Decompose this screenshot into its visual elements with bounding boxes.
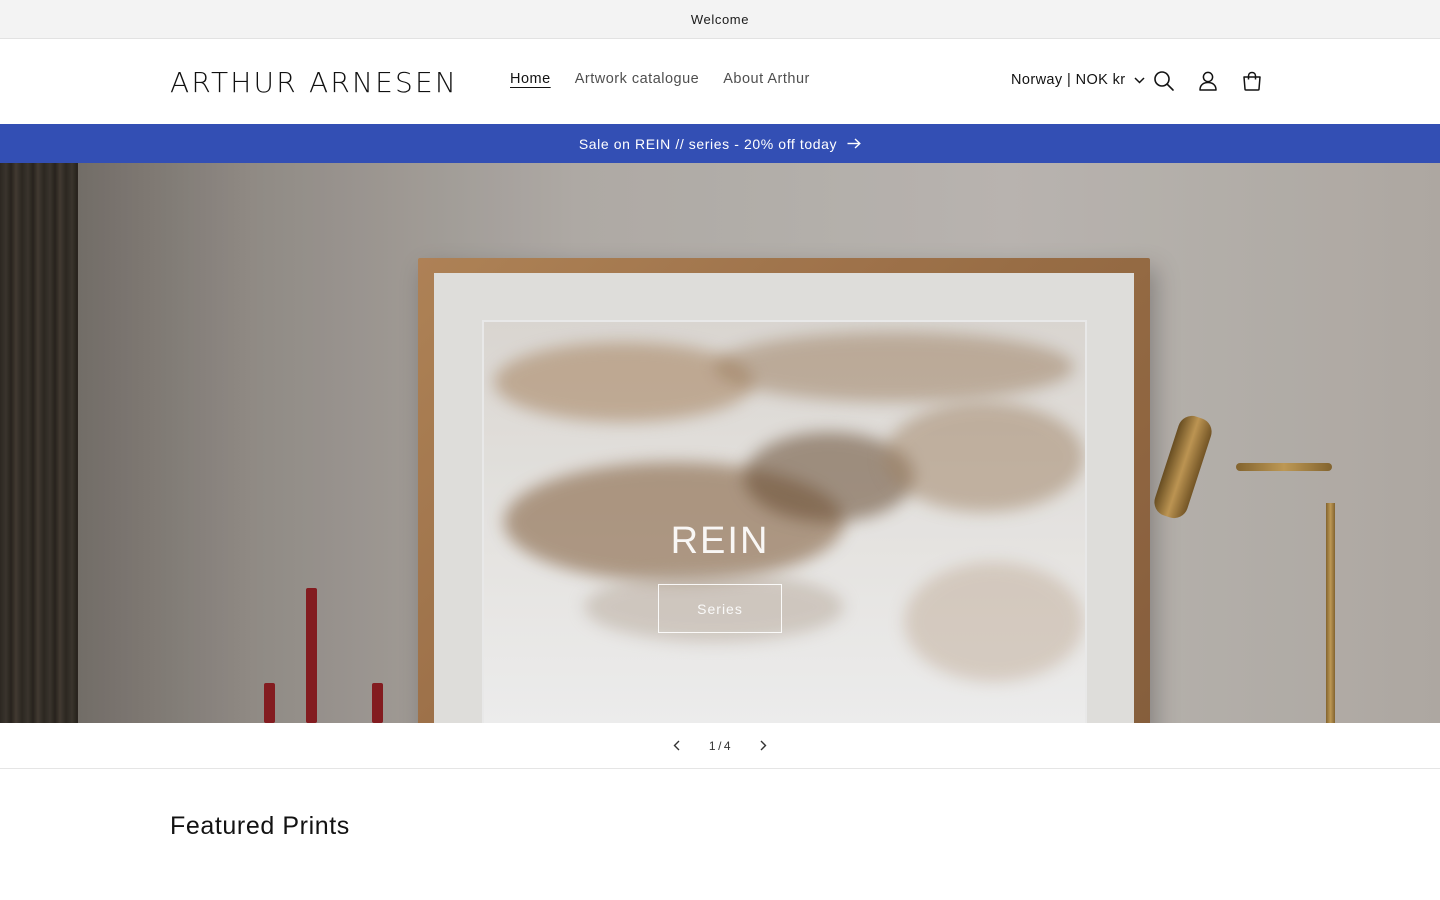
slide-separator: / — [718, 738, 722, 753]
chevron-down-icon — [1133, 76, 1145, 84]
announcement-bar: Welcome — [0, 0, 1440, 39]
previous-slide-button[interactable] — [665, 734, 689, 758]
nav-about-arthur[interactable]: About Arthur — [711, 71, 822, 87]
next-slide-button[interactable] — [751, 734, 775, 758]
sale-banner-text: Sale on REIN // series - 20% off today — [578, 135, 838, 152]
slide-total: 4 — [723, 738, 732, 753]
slide-counter: 1 / 4 — [709, 739, 731, 753]
sale-banner-link[interactable]: Sale on REIN // series - 20% off today — [0, 124, 1440, 163]
nav-artwork-catalogue[interactable]: Artwork catalogue — [563, 71, 712, 87]
main-nav: Home Artwork catalogue About Arthur — [498, 71, 822, 87]
featured-prints-heading: Featured Prints — [170, 812, 350, 840]
nav-home[interactable]: Home — [498, 71, 563, 87]
slideshow-controls: 1 / 4 — [0, 723, 1440, 769]
cart-icon — [1243, 71, 1261, 91]
announcement-text: Welcome — [690, 11, 750, 27]
account-icon — [1199, 71, 1217, 91]
account-button[interactable] — [1193, 66, 1223, 96]
arrow-right-icon — [847, 138, 861, 149]
hero-series-button[interactable]: Series — [658, 584, 782, 633]
chevron-left-icon — [673, 740, 680, 751]
slide-current: 1 — [708, 738, 717, 753]
search-button[interactable] — [1149, 66, 1179, 96]
country-currency-label: Norway | NOK kr — [1011, 72, 1126, 88]
search-icon — [1154, 71, 1174, 91]
cart-button[interactable] — [1237, 66, 1267, 96]
hero-slideshow: REIN Series — [0, 163, 1440, 723]
site-logo[interactable]: ARTHUR ARNESEN — [170, 66, 458, 99]
hero-title: REIN — [670, 520, 770, 562]
chevron-right-icon — [760, 740, 767, 751]
hero-overlay — [0, 163, 1440, 723]
country-currency-selector[interactable]: Norway | NOK kr — [1011, 72, 1145, 88]
site-header: ARTHUR ARNESEN Home Artwork catalogue Ab… — [0, 39, 1440, 124]
